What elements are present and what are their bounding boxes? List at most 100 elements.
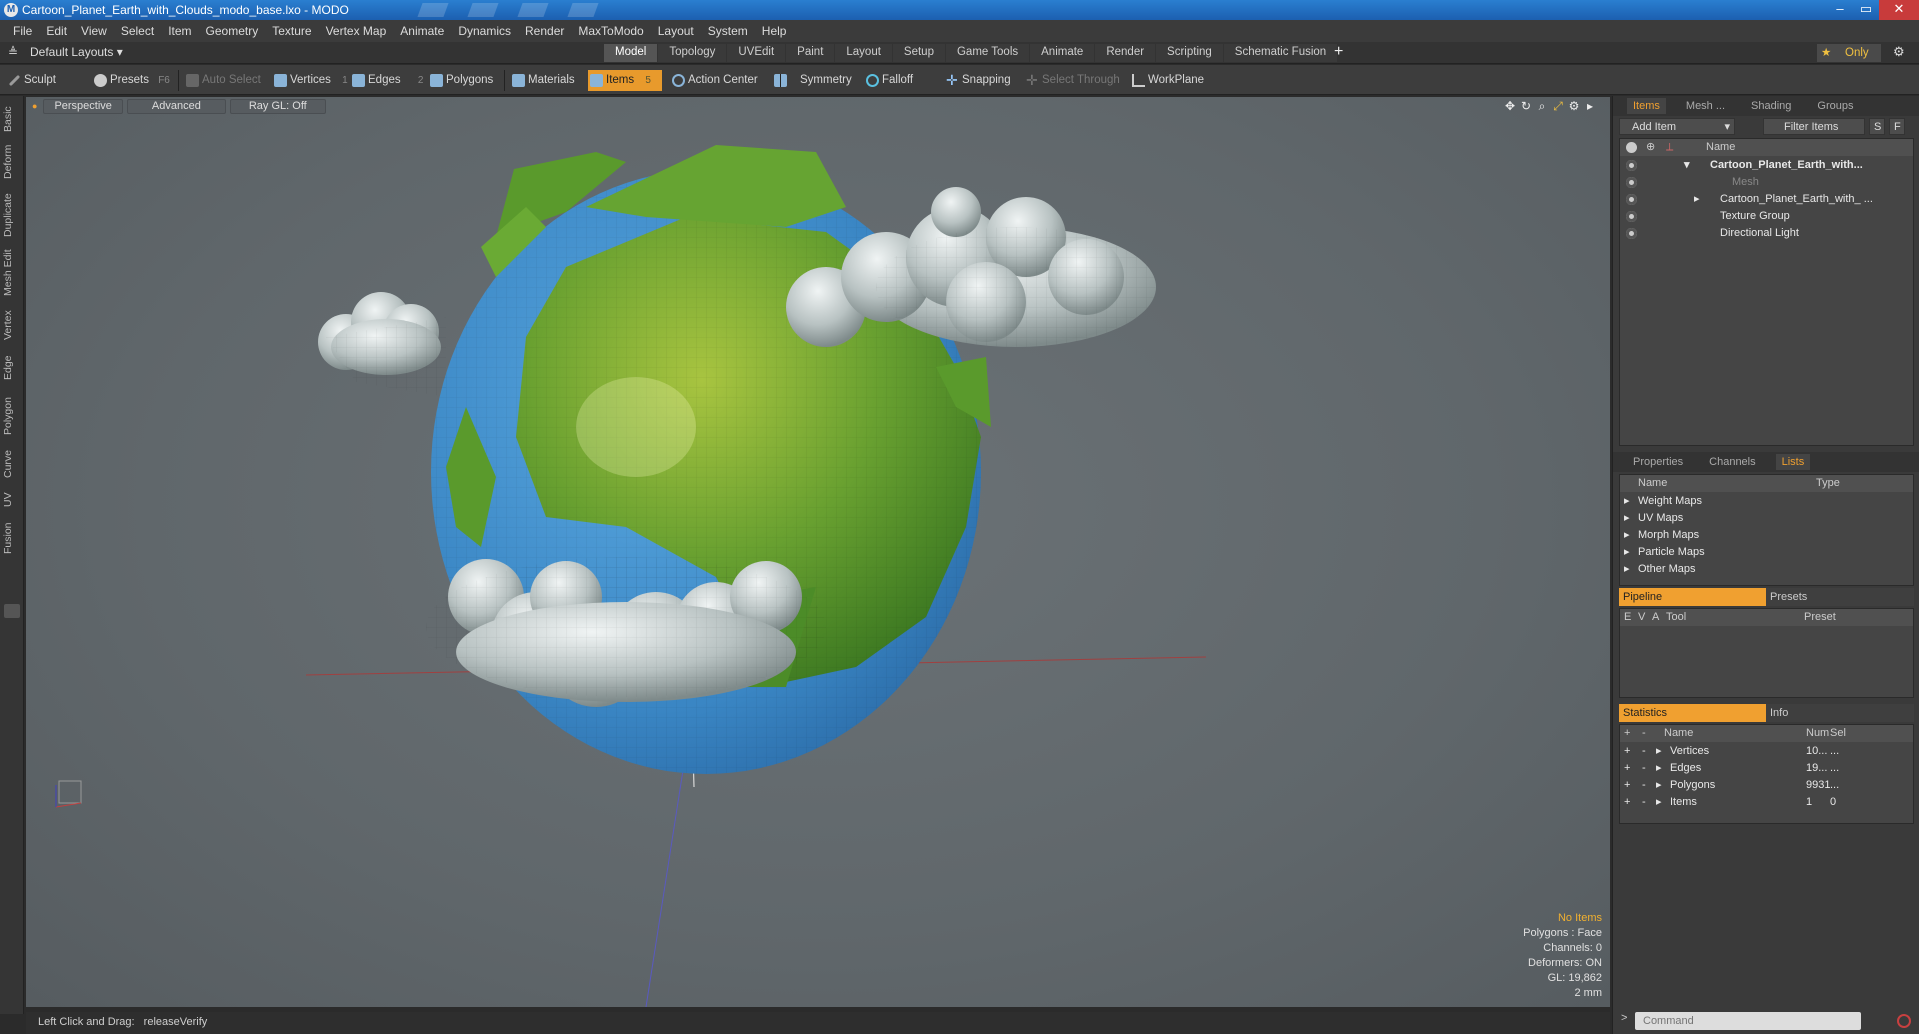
fit-icon[interactable]: ⤢ <box>1550 99 1566 114</box>
maximize-button[interactable]: ▭ <box>1853 0 1879 20</box>
only-toggle[interactable]: ★ Only <box>1817 44 1881 62</box>
visibility-eye-icon[interactable] <box>1626 177 1637 188</box>
tab-topology[interactable]: Topology <box>658 44 727 62</box>
list-item-morph-maps[interactable]: ▸ Morph Maps <box>1620 527 1913 544</box>
expand-arrow-icon[interactable]: ▾ <box>1684 157 1690 174</box>
tree-item-group[interactable]: ▸ Cartoon_Planet_Earth_with_ ... <box>1620 191 1913 208</box>
list-item-weight-maps[interactable]: ▸ Weight Maps <box>1620 493 1913 510</box>
expand-arrow-icon[interactable]: ▸ <box>1624 544 1630 561</box>
tab-deform[interactable]: Deform <box>2 142 22 182</box>
visibility-eye-icon[interactable] <box>1626 228 1637 239</box>
select-through-button[interactable]: ✛ Select Through <box>1024 70 1122 91</box>
falloff-button[interactable]: Falloff <box>864 70 940 91</box>
viewport-arrow-icon[interactable]: ▸ <box>1582 99 1598 114</box>
menu-texture[interactable]: Texture <box>265 24 318 38</box>
raygl-button[interactable]: Ray GL: Off <box>229 98 326 114</box>
auto-select-button[interactable]: Auto Select <box>184 70 268 91</box>
polygons-button[interactable]: Polygons <box>428 70 498 91</box>
presets-button[interactable]: Presets F6 <box>92 70 172 91</box>
tab-lists[interactable]: Lists <box>1775 454 1811 470</box>
expand-arrow-icon[interactable]: ▸ <box>1656 777 1662 794</box>
list-item-other-maps[interactable]: ▸ Other Maps <box>1620 561 1913 578</box>
minus-icon[interactable]: - <box>1642 777 1646 794</box>
tab-vertex[interactable]: Vertex <box>2 306 22 344</box>
plus-icon[interactable]: + <box>1624 743 1630 760</box>
menu-file[interactable]: File <box>6 24 39 38</box>
tab-polygon[interactable]: Polygon <box>2 392 22 440</box>
expand-icon[interactable] <box>4 604 20 618</box>
plus-icon[interactable]: + <box>1624 777 1630 794</box>
stat-row-edges[interactable]: + - ▸ Edges 19... ... <box>1620 760 1913 777</box>
tab-channels[interactable]: Channels <box>1703 454 1761 470</box>
expand-arrow-icon[interactable]: ▸ <box>1694 191 1700 208</box>
tab-mesh[interactable]: Mesh ... <box>1680 98 1731 114</box>
visibility-eye-icon[interactable] <box>1626 194 1637 205</box>
minus-icon[interactable]: - <box>1642 794 1646 811</box>
tab-edge[interactable]: Edge <box>2 352 22 384</box>
close-button[interactable]: ✕ <box>1879 0 1919 20</box>
stat-row-polygons[interactable]: + - ▸ Polygons 9931 ... <box>1620 777 1913 794</box>
tree-item-texture-group[interactable]: Texture Group <box>1620 208 1913 225</box>
menu-system[interactable]: System <box>701 24 755 38</box>
f-button[interactable]: F <box>1889 118 1905 135</box>
3d-viewport[interactable]: ● Perspective Advanced Ray GL: Off ✥ ↻ ⌕… <box>26 97 1610 1007</box>
tab-mesh-edit[interactable]: Mesh Edit <box>2 248 22 298</box>
add-item-button[interactable]: Add Item ▾ <box>1619 118 1735 135</box>
viewport-gear-icon[interactable]: ⚙ <box>1566 99 1582 114</box>
command-input[interactable] <box>1635 1012 1861 1030</box>
expand-arrow-icon[interactable]: ▸ <box>1656 760 1662 777</box>
visibility-eye-icon[interactable] <box>1626 160 1637 171</box>
tab-statistics[interactable]: Statistics <box>1619 704 1766 722</box>
expand-arrow-icon[interactable]: ▸ <box>1624 527 1630 544</box>
expand-arrow-icon[interactable]: ▸ <box>1656 743 1662 760</box>
menu-edit[interactable]: Edit <box>39 24 74 38</box>
tab-items[interactable]: Items <box>1627 98 1666 114</box>
symmetry-button[interactable]: Symmetry <box>772 70 852 91</box>
snapping-button[interactable]: ✛ Snapping <box>944 70 1011 91</box>
tab-groups[interactable]: Groups <box>1811 98 1859 114</box>
tab-render[interactable]: Render <box>1095 44 1156 62</box>
tab-presets[interactable]: Presets <box>1766 588 1913 606</box>
record-icon[interactable] <box>1897 1014 1911 1028</box>
action-center-button[interactable]: Action Center <box>670 70 762 91</box>
remove-column-icon[interactable]: - <box>1642 725 1646 742</box>
add-tab-icon[interactable]: + <box>1334 43 1343 61</box>
expand-arrow-icon[interactable]: ▸ <box>1624 510 1630 527</box>
tab-paint[interactable]: Paint <box>786 44 835 62</box>
add-column-icon[interactable]: + <box>1624 725 1630 742</box>
s-button[interactable]: S <box>1869 118 1885 135</box>
tree-item-light[interactable]: Directional Light <box>1620 225 1913 242</box>
plus-icon[interactable]: + <box>1624 794 1630 811</box>
zoom-icon[interactable]: ⌕ <box>1534 99 1550 114</box>
tab-animate[interactable]: Animate <box>1030 44 1095 62</box>
tab-shading[interactable]: Shading <box>1745 98 1797 114</box>
menu-layout[interactable]: Layout <box>651 24 701 38</box>
menu-vertex-map[interactable]: Vertex Map <box>319 24 394 38</box>
tab-uvedit[interactable]: UVEdit <box>727 44 786 62</box>
gear-icon[interactable]: ⚙ <box>1893 44 1905 60</box>
expand-arrow-icon[interactable]: ▸ <box>1624 561 1630 578</box>
tab-scripting[interactable]: Scripting <box>1156 44 1223 62</box>
stat-row-items[interactable]: + - ▸ Items 1 0 <box>1620 794 1913 811</box>
tab-duplicate[interactable]: Duplicate <box>2 190 22 240</box>
menu-geometry[interactable]: Geometry <box>199 24 266 38</box>
menu-item[interactable]: Item <box>161 24 198 38</box>
menu-dynamics[interactable]: Dynamics <box>451 24 518 38</box>
perspective-button[interactable]: Perspective <box>43 98 123 114</box>
menu-maxtomodo[interactable]: MaxToModo <box>571 24 650 38</box>
pan-icon[interactable]: ✥ <box>1502 99 1518 114</box>
tab-info[interactable]: Info <box>1766 704 1913 722</box>
materials-button[interactable]: Materials <box>510 70 584 91</box>
tree-item-scene[interactable]: ▾ Cartoon_Planet_Earth_with... <box>1620 157 1913 174</box>
filter-items-button[interactable]: Filter Items <box>1763 118 1865 135</box>
menu-select[interactable]: Select <box>114 24 161 38</box>
expand-arrow-icon[interactable]: ▸ <box>1624 493 1630 510</box>
shading-button[interactable]: Advanced <box>126 98 226 114</box>
menu-render[interactable]: Render <box>518 24 571 38</box>
minus-icon[interactable]: - <box>1642 743 1646 760</box>
tab-setup[interactable]: Setup <box>892 44 945 62</box>
expand-arrow-icon[interactable]: ▸ <box>1656 794 1662 811</box>
minimize-button[interactable]: – <box>1827 0 1853 20</box>
tab-schematic-fusion[interactable]: Schematic Fusion <box>1223 44 1338 62</box>
viewport-menu-icon[interactable]: ● <box>32 101 37 111</box>
